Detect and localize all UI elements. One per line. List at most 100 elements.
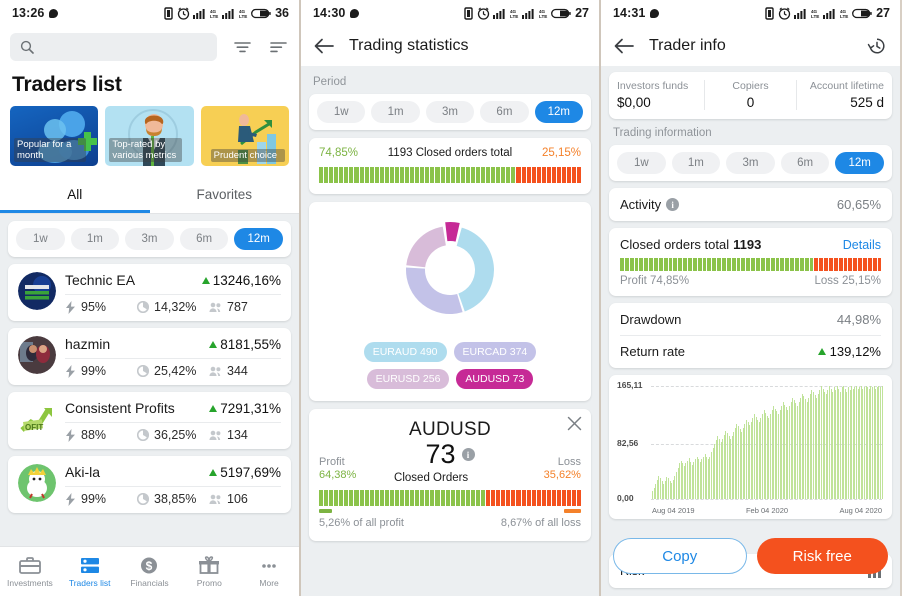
history-icon[interactable] bbox=[866, 35, 888, 57]
alarm-icon bbox=[177, 7, 190, 20]
details-link[interactable]: Details bbox=[843, 238, 881, 252]
period-3m[interactable]: 3m bbox=[425, 101, 475, 123]
tab-favorites[interactable]: Favorites bbox=[150, 178, 300, 213]
legend-chip-euraud[interactable]: EURAUD 490 bbox=[363, 342, 447, 362]
period-6m[interactable]: 6m bbox=[480, 101, 529, 123]
nav-financials[interactable]: $ Financials bbox=[120, 556, 180, 588]
label: Investors funds bbox=[617, 80, 689, 92]
investors-funds: Investors funds $0,00 bbox=[613, 80, 704, 110]
nav-traders-list[interactable]: Traders list bbox=[60, 556, 120, 588]
legend-chip-eurusd[interactable]: EURUSD 256 bbox=[366, 369, 450, 389]
traders-list-header: Traders list Popular for a month Top-rat… bbox=[0, 26, 299, 178]
close-icon[interactable] bbox=[567, 416, 582, 436]
signal-icon-2 bbox=[222, 8, 234, 19]
trader-row[interactable]: OFIT Consistent Profits 7291,31% 88% 36,… bbox=[8, 392, 291, 449]
loss-share-tick bbox=[564, 509, 581, 513]
activity-value: 60,65% bbox=[836, 197, 881, 212]
back-arrow-icon[interactable] bbox=[613, 35, 635, 57]
value: $0,00 bbox=[617, 95, 651, 110]
copy-button[interactable]: Copy bbox=[613, 538, 747, 574]
trader-activity: 99% bbox=[65, 492, 137, 506]
period-1m[interactable]: 1m bbox=[70, 228, 120, 250]
loss-percent: 25,15% bbox=[541, 147, 581, 159]
account-lifetime: Account lifetime 525 d bbox=[796, 80, 888, 110]
closed-orders-label: Closed orders total bbox=[620, 237, 730, 252]
drawdown-value: 44,98% bbox=[836, 312, 881, 327]
alarm-icon bbox=[778, 7, 791, 20]
drawdown-pie-icon bbox=[137, 429, 149, 441]
sort-icon[interactable] bbox=[267, 36, 289, 58]
network-type-icon-2: 4GLTE bbox=[539, 9, 547, 19]
avatar bbox=[18, 336, 56, 374]
period-6m[interactable]: 6m bbox=[179, 228, 229, 250]
period-12m[interactable]: 12m bbox=[534, 101, 584, 123]
signal-icon-2 bbox=[522, 8, 534, 19]
trader-growth: 8181,55% bbox=[209, 337, 281, 352]
trader-growth: 13246,16% bbox=[201, 273, 281, 288]
x-tick-start: Aug 04 2019 bbox=[652, 506, 695, 515]
period-1w[interactable]: 1w bbox=[16, 228, 65, 250]
back-arrow-icon[interactable] bbox=[313, 35, 335, 57]
nav-investments[interactable]: Investments bbox=[0, 556, 60, 588]
filter-icon[interactable] bbox=[231, 36, 253, 58]
period-3m[interactable]: 3m bbox=[125, 228, 174, 250]
legend-chip-eurcad[interactable]: EURCAD 374 bbox=[453, 342, 537, 362]
value: 0 bbox=[746, 95, 755, 110]
period-12m[interactable]: 12m bbox=[835, 152, 884, 174]
avatar bbox=[18, 272, 56, 310]
share-ticks bbox=[319, 509, 581, 513]
message-bubble-icon bbox=[49, 8, 59, 18]
alarm-icon bbox=[477, 7, 490, 20]
status-time: 13:26 bbox=[12, 6, 45, 20]
period-1w[interactable]: 1w bbox=[317, 101, 366, 123]
trader-drawdown: 38,85% bbox=[137, 492, 209, 506]
network-type-icon-1: 4GLTE bbox=[210, 9, 218, 19]
period-1w[interactable]: 1w bbox=[617, 152, 666, 174]
period-3m[interactable]: 3m bbox=[726, 152, 775, 174]
trader-row[interactable]: Aki-la 5197,69% 99% 38,85% 106 bbox=[8, 456, 291, 513]
profit-loss-bar bbox=[319, 167, 581, 183]
symbol-name: AUDUSD bbox=[408, 419, 492, 440]
signal-icon-1 bbox=[193, 8, 205, 19]
trader-growth: 5197,69% bbox=[209, 465, 281, 480]
three-phone-screenshots: 13:26 4G LTE 4G LTE 36 Traders list Popu… bbox=[0, 0, 902, 596]
closed-orders-card: Closed orders total 1193 Details Profit … bbox=[609, 228, 892, 296]
period-1m[interactable]: 1m bbox=[371, 101, 420, 123]
trend-up-icon bbox=[817, 348, 826, 355]
period-1m[interactable]: 1m bbox=[671, 152, 721, 174]
traders-tabs: All Favorites bbox=[0, 178, 299, 214]
info-icon[interactable]: i bbox=[666, 198, 680, 211]
page-title: Trading statistics bbox=[349, 37, 469, 54]
nav-label: Investments bbox=[6, 577, 53, 588]
trader-row[interactable]: Technic EA 13246,16% 95% 14,32% 787 bbox=[8, 264, 291, 321]
status-bar-3: 14:31 4G LTE 4G LTE 27 bbox=[601, 0, 900, 26]
tab-all[interactable]: All bbox=[0, 178, 150, 213]
equity-chart: 165,11 82,56 0,00 bbox=[615, 380, 886, 503]
profit-loss-bar bbox=[620, 258, 881, 271]
period-12m[interactable]: 12m bbox=[234, 228, 283, 250]
search-input[interactable] bbox=[42, 40, 207, 54]
nav-label: More bbox=[259, 577, 279, 588]
x-axis-labels: Aug 04 2019 Feb 04 2020 Aug 04 2020 bbox=[615, 503, 886, 515]
trader-row[interactable]: hazmin 8181,55% 99% 25,42% 344 bbox=[8, 328, 291, 385]
legend-chip-audusd[interactable]: AUDUSD 73 bbox=[456, 369, 534, 389]
x-tick-end: Aug 04 2020 bbox=[839, 506, 882, 515]
traders-list-body: 1w 1m 3m 6m 12m Technic EA 13246,16% 95%… bbox=[0, 214, 299, 513]
promo-card-top-rated[interactable]: Top-rated by various metrics bbox=[105, 106, 194, 166]
nav-more[interactable]: More bbox=[239, 556, 299, 588]
battery-icon bbox=[551, 8, 571, 18]
period-6m[interactable]: 6m bbox=[780, 152, 830, 174]
risk-free-button[interactable]: Risk free bbox=[756, 538, 888, 574]
promo-card-prudent[interactable]: Prudent choice bbox=[200, 106, 289, 166]
trend-up-icon bbox=[209, 404, 218, 412]
loss-text: Loss 25,15% bbox=[814, 275, 882, 287]
trend-up-icon bbox=[201, 276, 210, 284]
app-bar-statistics: Trading statistics bbox=[301, 26, 599, 66]
profit-share-text: 5,26% of all profit bbox=[319, 517, 404, 529]
search-box[interactable] bbox=[10, 33, 217, 61]
status-time: 14:30 bbox=[313, 6, 346, 20]
nav-promo[interactable]: Promo bbox=[179, 555, 239, 588]
promo-card-popular[interactable]: Popular for a month bbox=[10, 106, 99, 166]
return-rate-label: Return rate bbox=[620, 344, 686, 359]
drawdown-pie-icon bbox=[137, 493, 149, 505]
